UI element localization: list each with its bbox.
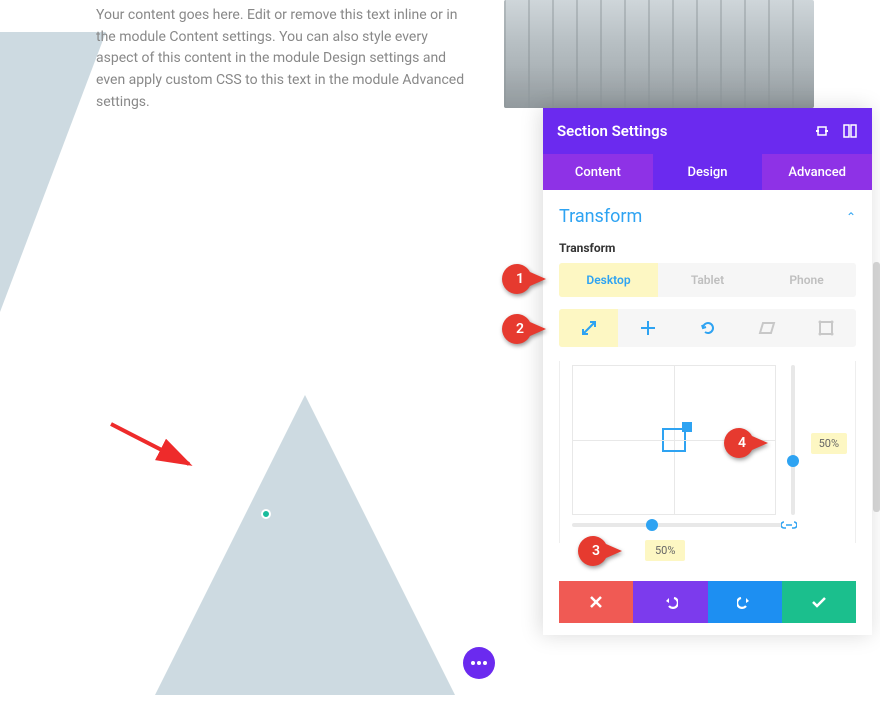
device-desktop[interactable]: Desktop — [559, 263, 658, 297]
vertical-slider[interactable] — [791, 365, 795, 515]
panel-header: Section Settings — [543, 108, 872, 154]
transform-tool-tabs — [559, 309, 856, 347]
tab-content[interactable]: Content — [543, 154, 653, 190]
undo-button[interactable] — [633, 581, 707, 623]
decorative-triangle-top-left — [0, 32, 106, 312]
translate-tool-icon[interactable] — [618, 309, 677, 347]
module-placeholder-text: Your content goes here. Edit or remove t… — [96, 5, 466, 113]
device-tablet[interactable]: Tablet — [658, 263, 757, 297]
hero-image — [504, 0, 814, 108]
snap-icon[interactable] — [842, 123, 858, 139]
tab-advanced[interactable]: Advanced — [762, 154, 872, 190]
device-phone[interactable]: Phone — [757, 263, 856, 297]
accordion-title-transform[interactable]: Transform ⌃ — [559, 206, 856, 227]
callout-1: 1 — [502, 264, 546, 294]
horizontal-value[interactable]: 50% — [645, 540, 685, 561]
vertical-slider-thumb[interactable] — [787, 455, 799, 467]
panel-scrollbar[interactable] — [873, 262, 880, 512]
rotate-tool-icon[interactable] — [678, 309, 737, 347]
vertical-value[interactable]: 50% — [811, 433, 847, 454]
scale-tool-icon[interactable] — [559, 309, 618, 347]
panel-title: Section Settings — [557, 122, 667, 140]
transform-canvas: 50% 50% — [559, 361, 856, 543]
tab-design[interactable]: Design — [653, 154, 763, 190]
origin-tool-icon[interactable] — [797, 309, 856, 347]
skew-tool-icon[interactable] — [737, 309, 796, 347]
cancel-button[interactable] — [559, 581, 633, 623]
panel-tabs: Content Design Advanced — [543, 154, 872, 190]
chevron-up-icon: ⌃ — [846, 210, 856, 224]
scale-glyph-icon — [662, 428, 686, 452]
horizontal-slider-thumb[interactable] — [646, 519, 658, 531]
save-button[interactable] — [782, 581, 856, 623]
panel-action-row — [559, 581, 856, 623]
link-values-icon[interactable] — [781, 519, 797, 535]
page-options-fab[interactable] — [463, 647, 495, 679]
redo-button[interactable] — [708, 581, 782, 623]
accordion-title-text: Transform — [559, 206, 642, 227]
responsive-device-tabs: Desktop Tablet Phone — [559, 263, 856, 297]
callout-2: 2 — [502, 314, 546, 344]
expand-icon[interactable] — [814, 123, 830, 139]
horizontal-slider[interactable] — [572, 523, 782, 527]
section-settings-panel: Section Settings Content Design Advanced… — [543, 108, 872, 635]
section-add-dot[interactable] — [261, 509, 271, 519]
transform-grid[interactable] — [572, 365, 776, 515]
decorative-triangle-main — [155, 395, 455, 695]
field-label-transform: Transform — [559, 241, 856, 255]
